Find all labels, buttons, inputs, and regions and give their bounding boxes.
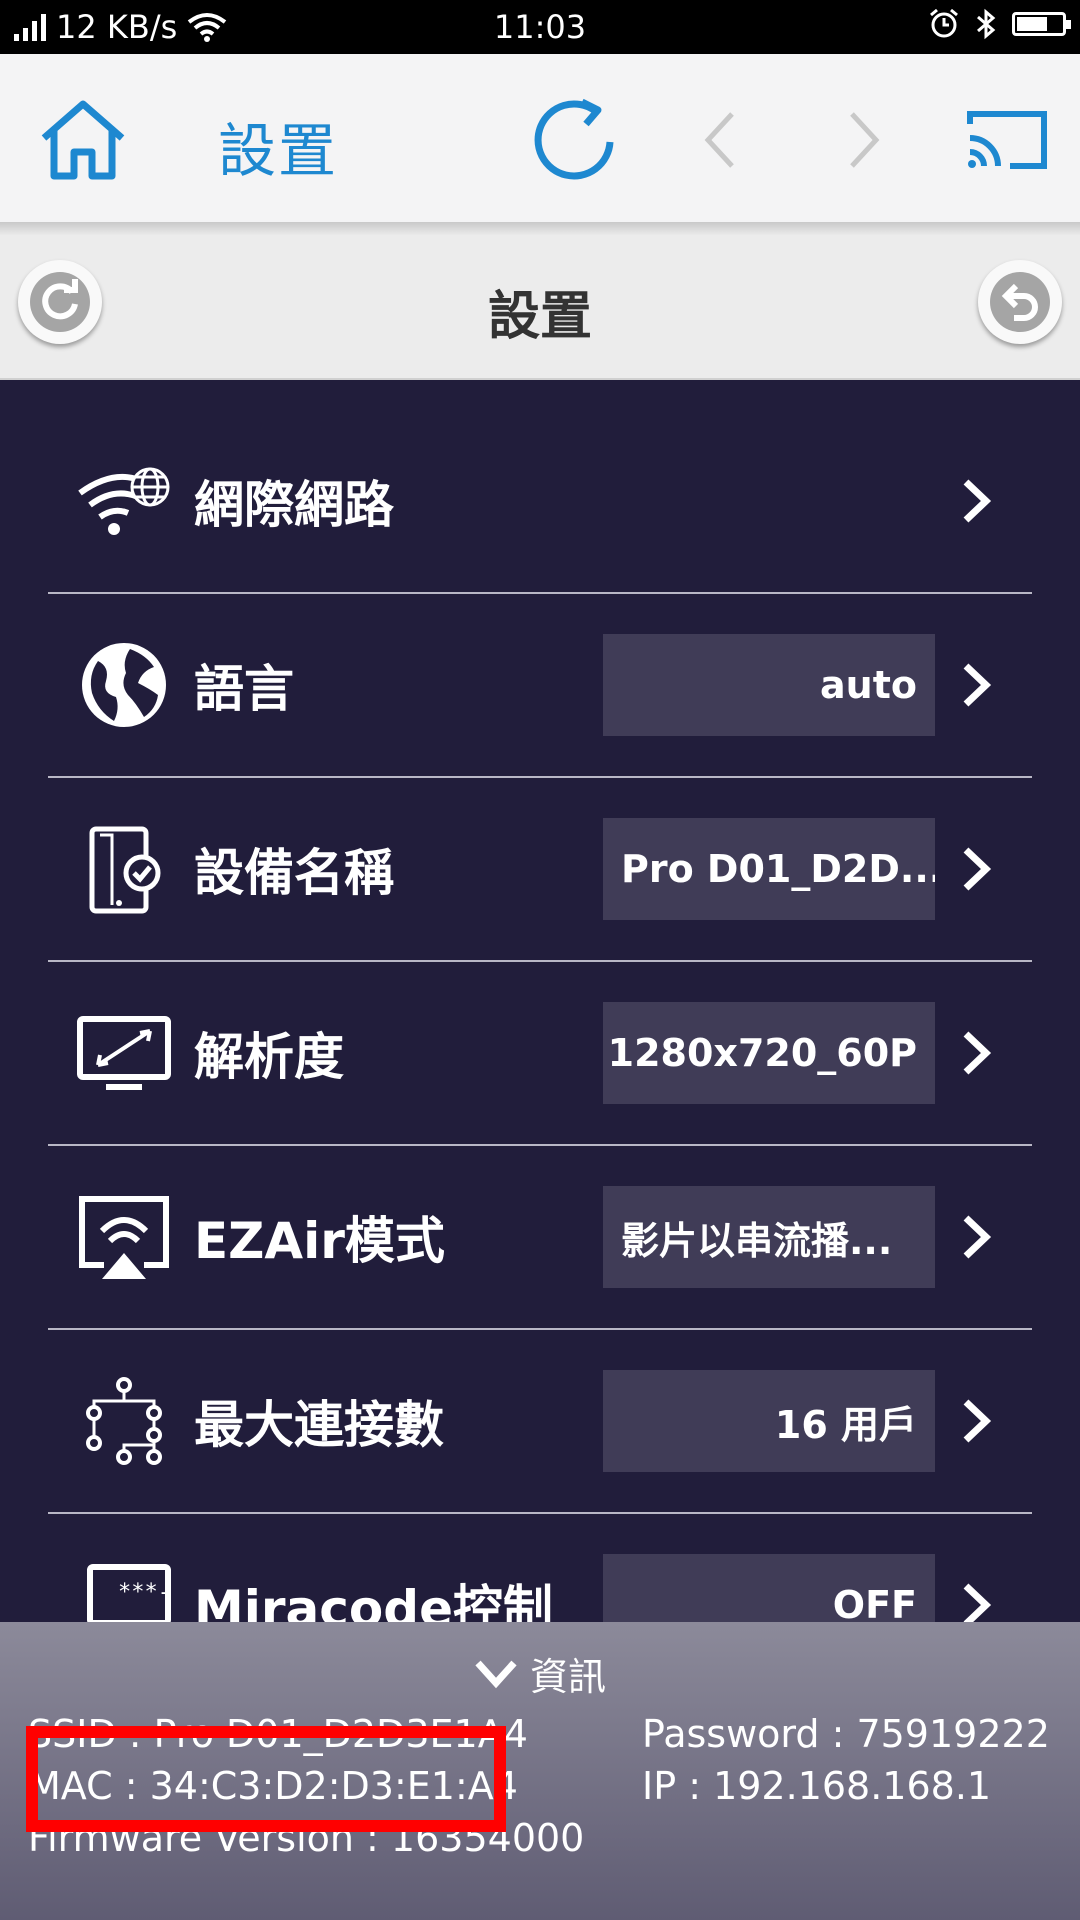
setting-label: 網際網路 [194,476,394,534]
setting-value: 1280x720_60P [603,1002,935,1104]
home-icon[interactable] [38,98,128,182]
setting-label: 語言 [194,660,294,718]
cast-icon[interactable] [966,108,1050,172]
status-bar: 12 KB/s 11:03 [0,0,1080,54]
setting-row-language[interactable]: 語言 auto [48,594,1032,778]
page-header: 設置 [0,236,1080,380]
undo-icon [990,272,1050,332]
network-tree-icon [86,1377,162,1465]
back-arrow-icon[interactable] [700,110,740,170]
mac-highlight-box [26,1726,506,1832]
wifi-globe-icon [78,467,170,535]
battery-icon [1012,12,1071,36]
device-check-icon [89,826,161,914]
settings-list: 網際網路 語言 auto 設備名稱 Pro D01_D2D... 解析度 128… [48,410,1032,1696]
chevron-right-icon [963,663,992,707]
setting-value: auto [603,634,935,736]
setting-label: 解析度 [194,1028,344,1086]
setting-value: Pro D01_D2D... [603,818,935,920]
monitor-resolution-icon [77,1016,171,1090]
app-title: 設置 [218,117,339,185]
chevron-right-icon [963,479,992,523]
setting-label: 最大連接數 [194,1396,444,1454]
password-text: Password : 75919222 [642,1712,1050,1756]
undo-button[interactable] [978,260,1062,344]
chevron-right-icon [963,1215,992,1259]
clock: 11:03 [493,8,587,46]
setting-label: 設備名稱 [194,844,394,902]
info-toggle[interactable]: 資訊 [0,1646,1080,1701]
chevron-right-icon [963,1399,992,1443]
setting-row-resolution[interactable]: 解析度 1280x720_60P [48,962,1032,1146]
header-shadow [0,222,1080,236]
page-title: 設置 [487,287,592,347]
bluetooth-icon [977,8,996,40]
chevron-down-icon [475,1660,517,1688]
alarm-icon [930,8,958,38]
setting-row-ezair-mode[interactable]: EZAir模式 影片以串流播... [48,1146,1032,1330]
app-bar: 設置 [0,54,1080,223]
setting-label: EZAir模式 [194,1212,445,1270]
setting-row-max-connections[interactable]: 最大連接數 16 用戶 [48,1330,1032,1514]
ip-text: IP : 192.168.168.1 [642,1764,992,1808]
globe-icon [82,643,166,727]
svg-text:***-: ***- [118,1580,171,1605]
refresh-icon[interactable] [532,96,618,184]
setting-row-internet[interactable]: 網際網路 [48,410,1032,594]
forward-arrow-icon[interactable] [844,110,884,170]
info-header: 資訊 [530,1655,607,1699]
chevron-right-icon [963,1031,992,1075]
setting-row-device-name[interactable]: 設備名稱 Pro D01_D2D... [48,778,1032,962]
setting-value: 16 用戶 [603,1370,935,1472]
chevron-right-icon [963,847,992,891]
airplay-icon [79,1196,169,1279]
setting-value: 影片以串流播... [603,1186,935,1288]
